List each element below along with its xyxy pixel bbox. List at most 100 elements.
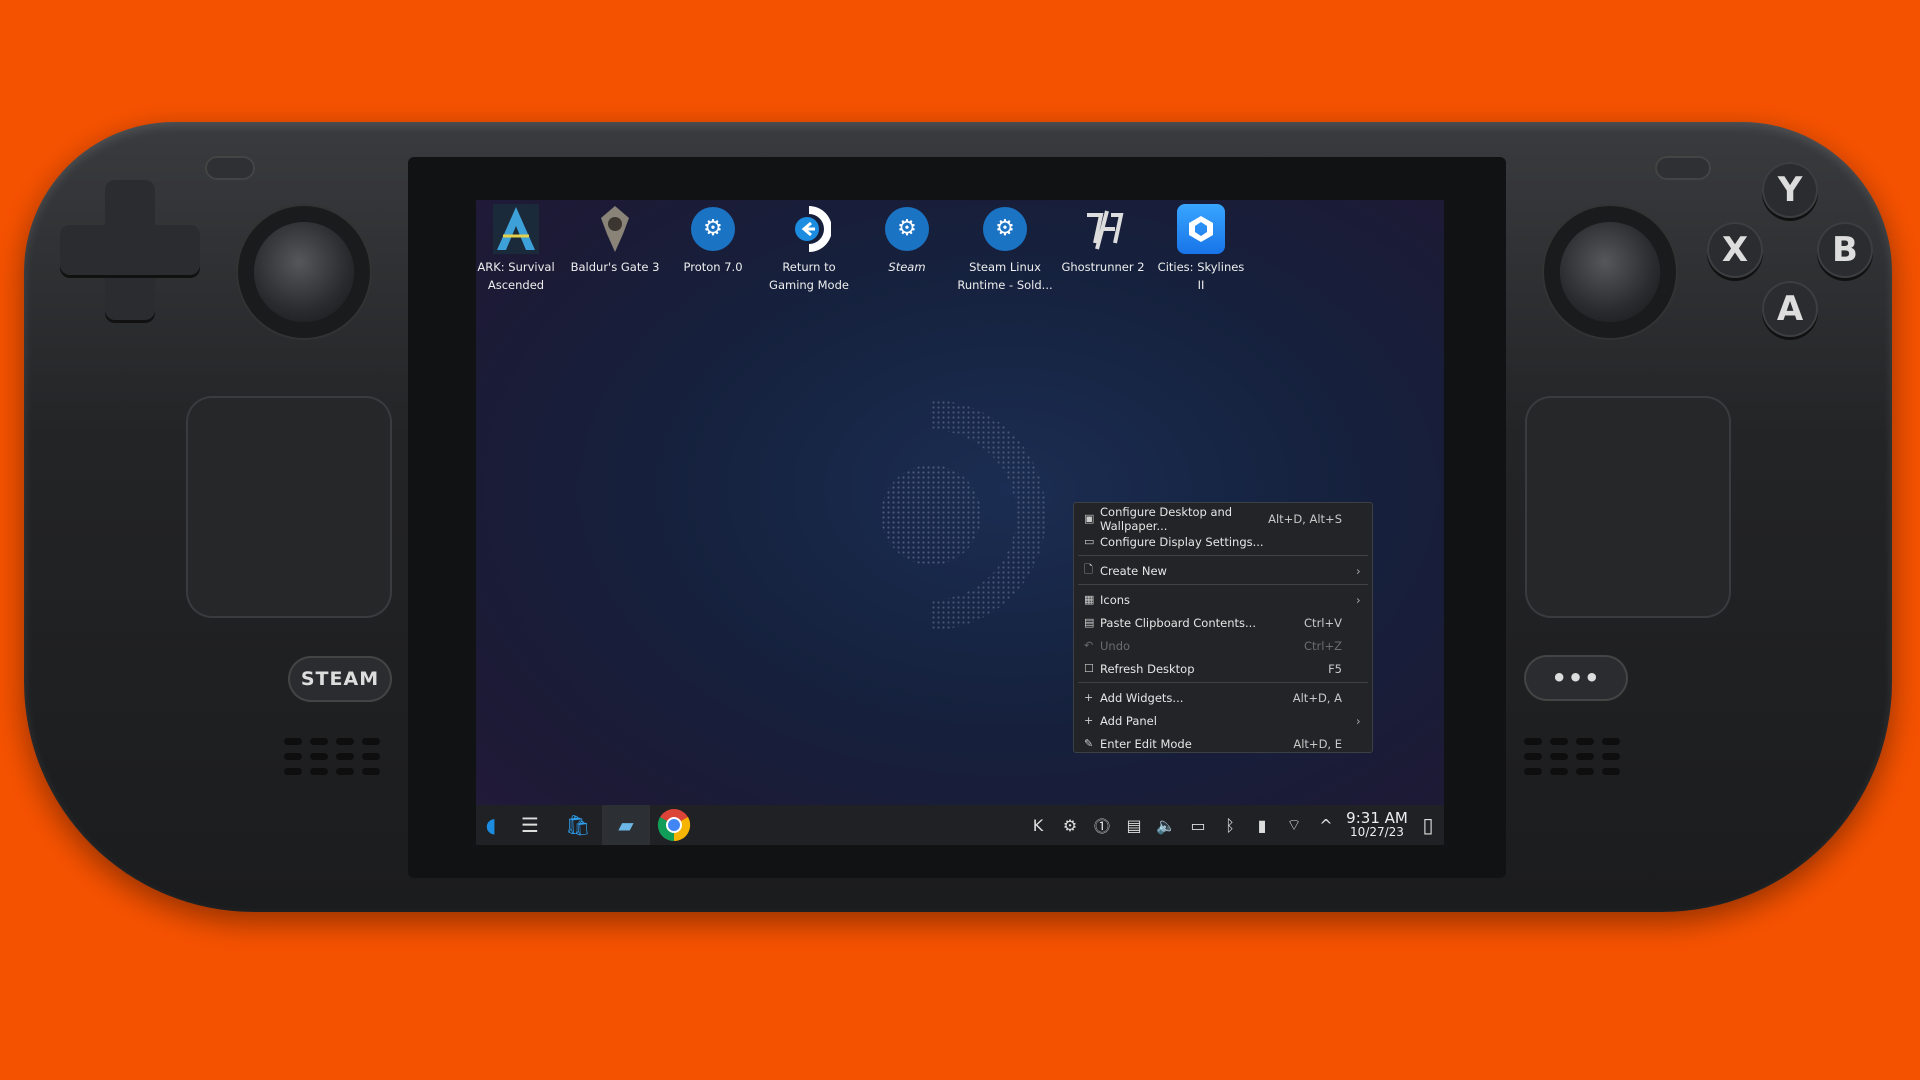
desktop-icon-ghostrunner-2[interactable]: Ghostrunner 2 <box>1055 204 1151 276</box>
ghostrunner-icon <box>1078 204 1128 254</box>
taskbar: ◖ ☰ 🛍 ▰ K ⚙ ⓵ ▤ 🔈 ▭ ᛒ ▮ ⌔ ^ 9:31 AM 10/27… <box>476 805 1444 845</box>
menu-separator <box>1078 555 1368 556</box>
menu-item-shortcut: Ctrl+V <box>1304 615 1342 630</box>
expand-tray-icon[interactable]: ^ <box>1310 816 1342 835</box>
menu-item-create-new[interactable]: 🗋 Create New › <box>1074 559 1372 582</box>
y-button[interactable]: Y <box>1762 162 1818 218</box>
desktop-icon-return-to-gaming-mode[interactable]: Return to Gaming Mode <box>761 204 857 294</box>
menu-item-undo: ↶ Undo Ctrl+Z <box>1074 634 1372 657</box>
icon-label: Ghostrunner 2 <box>1061 260 1145 274</box>
menu-item-shortcut: Alt+D, Alt+S <box>1268 511 1342 526</box>
file-manager-button[interactable]: ▰ <box>602 805 650 845</box>
menu-item-icon: 🗋 <box>1084 563 1093 576</box>
settings-sliders-icon: ☰ <box>521 813 539 837</box>
desktop-icon-cities-skylines-2[interactable]: Cities: Skylines II <box>1153 204 1249 294</box>
icon-label: Cities: Skylines II <box>1157 260 1245 292</box>
battery-icon[interactable]: ▭ <box>1182 816 1214 835</box>
a-button[interactable]: A <box>1762 281 1818 337</box>
clipboard-icon[interactable]: ▤ <box>1118 816 1150 835</box>
menu-item-label: Undo <box>1100 638 1131 653</box>
icon-label: Steam Linux Runtime - Sold... <box>957 260 1053 292</box>
chrome-button[interactable] <box>650 805 698 845</box>
menu-item-shortcut: Ctrl+Z <box>1304 638 1342 653</box>
menu-item-configure-desktop-and-wallpaper[interactable]: ▣ Configure Desktop and Wallpaper... Alt+D… <box>1074 504 1372 533</box>
desktop-icon-ark[interactable]: ARK: Survival Ascended <box>476 204 564 294</box>
clock-time: 9:31 AM <box>1346 809 1408 827</box>
clock-date: 10/27/23 <box>1350 825 1404 839</box>
desktop-context-menu: ▣ Configure Desktop and Wallpaper... Alt+D… <box>1073 502 1373 753</box>
kde-desktop[interactable]: ARK: Survival Ascended Baldur's Gate 3 ⚙… <box>476 200 1444 845</box>
menu-item-icon: ▤ <box>1084 616 1095 629</box>
submenu-chevron-icon: › <box>1356 592 1361 607</box>
volume-icon[interactable]: 🔈 <box>1150 816 1182 835</box>
view-button[interactable] <box>205 156 255 180</box>
quick-access-button[interactable]: ••• <box>1524 655 1628 701</box>
steam-icon: ⚙ <box>983 207 1027 251</box>
steam-deck-logo-wallpaper <box>881 400 1046 630</box>
menu-item-refresh-desktop[interactable]: ☐ Refresh Desktop F5 <box>1074 657 1372 680</box>
menu-item-icon: ☐ <box>1084 662 1094 675</box>
steam-icon: ⚙ <box>885 207 929 251</box>
return-gaming-mode-icon <box>784 204 834 254</box>
menu-item-icon: + <box>1084 714 1094 727</box>
menu-item-add-panel[interactable]: + Add Panel › <box>1074 709 1372 732</box>
options-button[interactable] <box>1655 156 1711 180</box>
folder-icon: ▰ <box>618 813 634 837</box>
menu-item-configure-display-settings[interactable]: ▭ Configure Display Settings... <box>1074 530 1372 553</box>
menu-item-icon: ↶ <box>1084 639 1094 652</box>
update-icon[interactable]: ⓵ <box>1086 813 1118 837</box>
menu-item-add-widgets[interactable]: + Add Widgets... Alt+D, A <box>1074 686 1372 709</box>
submenu-chevron-icon: › <box>1356 563 1361 578</box>
menu-separator <box>1078 584 1368 585</box>
dpad[interactable] <box>60 180 200 320</box>
menu-item-icon: + <box>1084 691 1094 704</box>
menu-item-icon: ▣ <box>1084 512 1095 525</box>
menu-item-label: Enter Edit Mode <box>1100 736 1192 751</box>
menu-item-label: Configure Desktop and Wallpaper... <box>1100 504 1233 533</box>
menu-item-icons[interactable]: ▦ Icons › <box>1074 588 1372 611</box>
menu-item-label: Configure Display Settings... <box>1100 534 1264 549</box>
left-thumbstick[interactable] <box>254 222 354 322</box>
right-trackpad[interactable] <box>1525 396 1731 618</box>
left-trackpad[interactable] <box>186 396 392 618</box>
menu-item-enter-edit-mode[interactable]: ✎ Enter Edit Mode Alt+D, E <box>1074 732 1372 755</box>
menu-item-icon: ▦ <box>1084 593 1095 606</box>
menu-item-label: Icons <box>1100 592 1131 607</box>
b-button[interactable]: B <box>1817 222 1873 278</box>
store-bag-icon: 🛍 <box>565 813 591 837</box>
steam-button[interactable]: STEAM <box>288 656 392 702</box>
menu-item-label: Add Widgets... <box>1100 690 1184 705</box>
desktop-icon-steam-linux-runtime[interactable]: ⚙ Steam Linux Runtime - Sold... <box>957 204 1053 294</box>
bluetooth-icon[interactable]: ᛒ <box>1214 816 1246 835</box>
icon-label: Baldur's Gate 3 <box>570 260 660 274</box>
kde-connect-icon[interactable]: K <box>1022 816 1054 835</box>
menu-item-icon: ✎ <box>1084 737 1094 750</box>
right-thumbstick[interactable] <box>1560 222 1660 322</box>
submenu-chevron-icon: › <box>1356 713 1361 728</box>
menu-item-paste-clipboard-contents[interactable]: ▤ Paste Clipboard Contents... Ctrl+V <box>1074 611 1372 634</box>
discover-store-button[interactable]: 🛍 <box>554 805 602 845</box>
system-settings-button[interactable]: ☰ <box>506 805 554 845</box>
menu-item-shortcut: Alt+D, A <box>1292 690 1342 705</box>
icon-label: Steam <box>888 260 926 274</box>
desktop-icon-steam[interactable]: ⚙ Steam <box>859 204 955 276</box>
steam-tray-icon[interactable]: ⚙ <box>1054 816 1086 835</box>
steam-icon: ⚙ <box>691 207 735 251</box>
baldurs-gate-icon <box>590 204 640 254</box>
chrome-icon <box>657 809 691 842</box>
ark-icon <box>491 204 541 254</box>
icon-label: Proton 7.0 <box>683 260 743 274</box>
digital-clock[interactable]: 9:31 AM 10/27/23 <box>1342 809 1412 840</box>
show-desktop-icon[interactable]: ▯ <box>1412 813 1444 837</box>
icon-label: ARK: Survival Ascended <box>477 260 555 292</box>
desktop-icon-proton[interactable]: ⚙ Proton 7.0 <box>665 204 761 276</box>
menu-item-label: Refresh Desktop <box>1100 661 1195 676</box>
menu-item-label: Paste Clipboard Contents... <box>1100 615 1256 630</box>
application-launcher-button[interactable]: ◖ <box>476 805 506 845</box>
menu-item-shortcut: Alt+D, E <box>1293 736 1342 751</box>
usb-drive-icon[interactable]: ▮ <box>1246 816 1278 835</box>
wifi-icon[interactable]: ⌔ <box>1278 815 1310 835</box>
x-button[interactable]: X <box>1707 222 1763 278</box>
icon-label: Return to Gaming Mode <box>769 260 849 292</box>
desktop-icon-baldurs-gate-3[interactable]: Baldur's Gate 3 <box>567 204 663 276</box>
